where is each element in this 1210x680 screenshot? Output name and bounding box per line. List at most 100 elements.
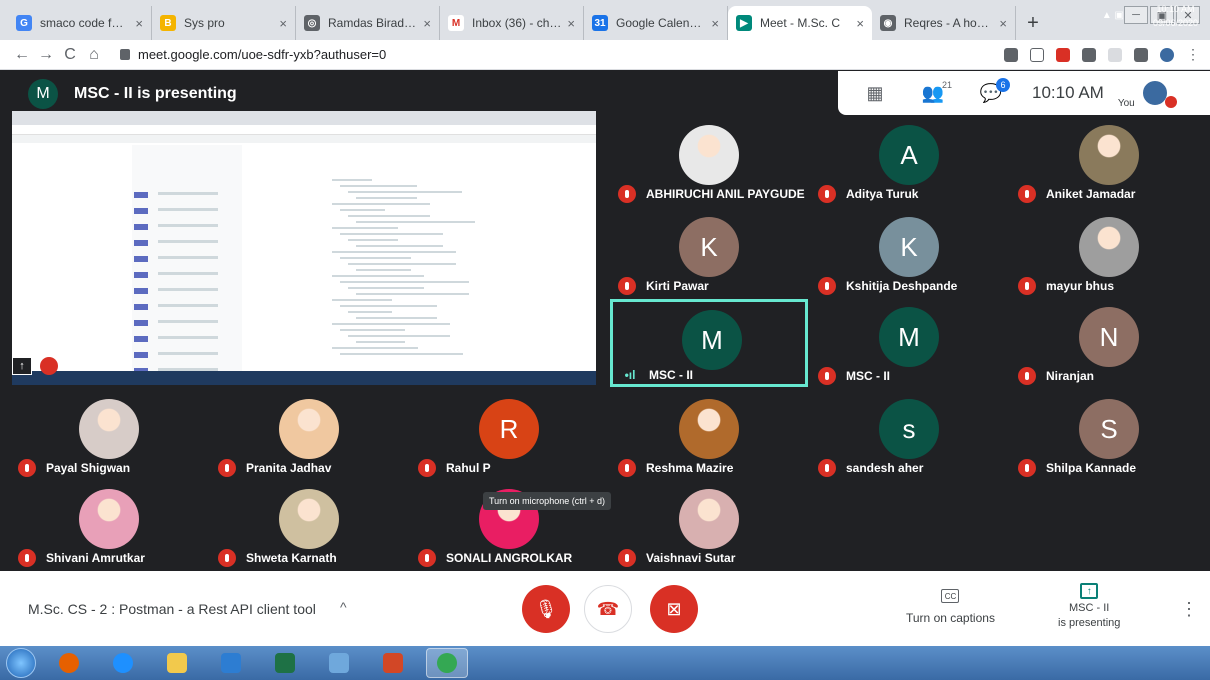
participant-tile[interactable]: Pranita Jadhav bbox=[210, 391, 408, 479]
taskbar-app-media[interactable] bbox=[210, 648, 252, 678]
tab-favicon-icon: ▶ bbox=[736, 15, 752, 31]
taskbar-app-explorer[interactable] bbox=[156, 648, 198, 678]
participant-nameplate: mayur bhus bbox=[1018, 277, 1114, 295]
tab-close-icon[interactable]: × bbox=[999, 16, 1007, 31]
browser-tab[interactable]: Gsmaco code for x^y × bbox=[8, 6, 152, 40]
presentation-browser-chrome bbox=[12, 111, 596, 125]
participant-tile[interactable]: A Aditya Turuk bbox=[810, 117, 1008, 205]
presentation-code-line bbox=[340, 233, 443, 235]
participant-tile[interactable]: Payal Shigwan bbox=[10, 391, 208, 479]
browser-tab[interactable]: ◎ Ramdas Biradar Sh × bbox=[296, 6, 440, 40]
camera-icon[interactable] bbox=[1004, 47, 1018, 62]
participant-avatar: K bbox=[879, 217, 939, 277]
system-clock[interactable]: 10:10 AM 09/06/2020 bbox=[1153, 2, 1198, 30]
tab-label: Ramdas Biradar Sh bbox=[328, 16, 417, 30]
menu-icon[interactable]: ⋮ bbox=[1186, 46, 1200, 63]
participant-tile[interactable]: s sandesh aher bbox=[810, 391, 1008, 479]
chevron-up-icon[interactable]: ^ bbox=[340, 599, 347, 615]
participant-name: Vaishnavi Sutar bbox=[646, 551, 736, 565]
presentation-code-line bbox=[340, 281, 469, 283]
participant-name: Kshitija Deshpande bbox=[846, 279, 958, 293]
presentation-code-line bbox=[332, 179, 372, 181]
browser-tab[interactable]: M Inbox (36) - chitra × bbox=[440, 6, 584, 40]
tab-close-icon[interactable]: × bbox=[567, 16, 575, 31]
presentation-code-line bbox=[332, 227, 398, 229]
extension-grid-icon[interactable] bbox=[1082, 47, 1096, 62]
taskbar-app-powerpoint[interactable] bbox=[372, 648, 414, 678]
tab-close-icon[interactable]: × bbox=[135, 16, 143, 31]
captions-button[interactable]: CC Turn on captions bbox=[906, 589, 995, 625]
back-button[interactable]: ← bbox=[10, 46, 34, 64]
start-button[interactable] bbox=[6, 648, 36, 678]
presenter-title: MSC - II is presenting bbox=[74, 85, 237, 102]
presentation-code-line bbox=[348, 311, 392, 313]
muted-mic-icon bbox=[618, 549, 636, 567]
participant-tile[interactable]: Aniket Jamadar bbox=[1010, 117, 1208, 205]
profile-avatar[interactable] bbox=[1160, 47, 1174, 62]
meeting-name[interactable]: M.Sc. CS - 2 : Postman - a Rest API clie… bbox=[28, 601, 316, 617]
muted-mic-icon bbox=[618, 459, 636, 477]
extension-cast-icon[interactable] bbox=[1108, 47, 1122, 62]
participant-photo bbox=[679, 125, 739, 185]
presentation-bookmarks bbox=[12, 135, 596, 143]
taskbar-app-network[interactable] bbox=[318, 648, 360, 678]
participant-tile[interactable]: K Kshitija Deshpande bbox=[810, 209, 1008, 297]
puzzle-icon[interactable] bbox=[1134, 47, 1148, 62]
participant-tile[interactable]: K Kirti Pawar bbox=[610, 209, 808, 297]
system-tray[interactable]: ▲ ▣ bbox=[1102, 10, 1124, 21]
more-options-icon[interactable]: ⋮ bbox=[1180, 599, 1198, 620]
participant-tile[interactable]: Vaishnavi Sutar bbox=[610, 481, 808, 569]
presentation-request-row bbox=[134, 345, 238, 358]
muted-mic-icon bbox=[818, 367, 836, 385]
participant-tile[interactable]: R Rahul P bbox=[410, 391, 608, 479]
forward-button[interactable]: → bbox=[34, 46, 58, 64]
taskbar-app-chrome[interactable] bbox=[426, 648, 468, 678]
meeting-controls: M.Sc. CS - 2 : Postman - a Rest API clie… bbox=[0, 571, 1210, 646]
participant-name: Shweta Karnath bbox=[246, 551, 337, 565]
participant-name: Payal Shigwan bbox=[46, 461, 131, 475]
participant-tile[interactable]: Shivani Amrutkar bbox=[10, 481, 208, 569]
you-label: You bbox=[1117, 97, 1135, 109]
participant-tile[interactable]: Shweta Karnath bbox=[210, 481, 408, 569]
participant-tile[interactable]: S Shilpa Kannade bbox=[1010, 391, 1208, 479]
extension-red-icon[interactable] bbox=[1056, 47, 1070, 62]
participant-tile[interactable]: ABHIRUCHI ANIL PAYGUDE bbox=[610, 117, 808, 205]
browser-tab[interactable]: B Sys pro × bbox=[152, 6, 296, 40]
participant-tile[interactable]: N Niranjan bbox=[1010, 299, 1208, 387]
new-tab-button[interactable]: + bbox=[1016, 6, 1050, 40]
participant-name: Rahul P bbox=[446, 461, 491, 475]
tab-label: Meet - M.Sc. C bbox=[760, 16, 841, 30]
minimize-button[interactable]: ─ bbox=[1124, 6, 1148, 24]
grid-layout-icon[interactable]: ▦ bbox=[858, 78, 892, 108]
mic-toggle-button[interactable]: 🎙 bbox=[522, 585, 570, 633]
hangup-button[interactable]: ☎ bbox=[584, 585, 632, 633]
tab-close-icon[interactable]: × bbox=[423, 16, 431, 31]
camera-toggle-button[interactable]: ⊠ bbox=[650, 585, 698, 633]
participant-nameplate: •ıl MSC - II bbox=[621, 368, 693, 382]
participant-tile[interactable]: M MSC - II bbox=[810, 299, 1008, 387]
browser-tab[interactable]: ◉ Reqres - A hosted × bbox=[872, 6, 1016, 40]
browser-tab[interactable]: ▶ Meet - M.Sc. C × bbox=[728, 6, 872, 40]
presenting-button[interactable]: ↑ MSC - II is presenting bbox=[1058, 583, 1120, 631]
taskbar-app-ie[interactable] bbox=[102, 648, 144, 678]
chat-button[interactable]: 💬 6 bbox=[974, 78, 1010, 108]
reload-button[interactable]: C bbox=[58, 46, 82, 64]
taskbar-app-firefox[interactable] bbox=[48, 648, 90, 678]
star-icon[interactable] bbox=[1030, 47, 1044, 62]
presentation-request-row bbox=[134, 297, 238, 310]
participant-tile[interactable]: Reshma Mazire bbox=[610, 391, 808, 479]
participant-tile[interactable]: M •ıl MSC - II bbox=[610, 299, 808, 387]
url-field[interactable]: meet.google.com/uoe-sdfr-yxb?authuser=0 bbox=[120, 47, 1004, 62]
browser-tab[interactable]: 31 Google Calendar - × bbox=[584, 6, 728, 40]
presentation-code-line bbox=[356, 269, 411, 271]
presentation-request-row bbox=[134, 217, 238, 230]
share-icon[interactable]: ↑ bbox=[12, 357, 32, 375]
participant-tile[interactable]: mayur bhus bbox=[1010, 209, 1208, 297]
tab-close-icon[interactable]: × bbox=[279, 16, 287, 31]
people-button[interactable]: 👥 21 bbox=[916, 78, 952, 108]
home-button[interactable]: ⌂ bbox=[82, 46, 106, 64]
tab-close-icon[interactable]: × bbox=[711, 16, 719, 31]
taskbar-app-excel[interactable] bbox=[264, 648, 306, 678]
tab-close-icon[interactable]: × bbox=[856, 16, 864, 31]
tab-label: Reqres - A hosted bbox=[904, 16, 994, 30]
